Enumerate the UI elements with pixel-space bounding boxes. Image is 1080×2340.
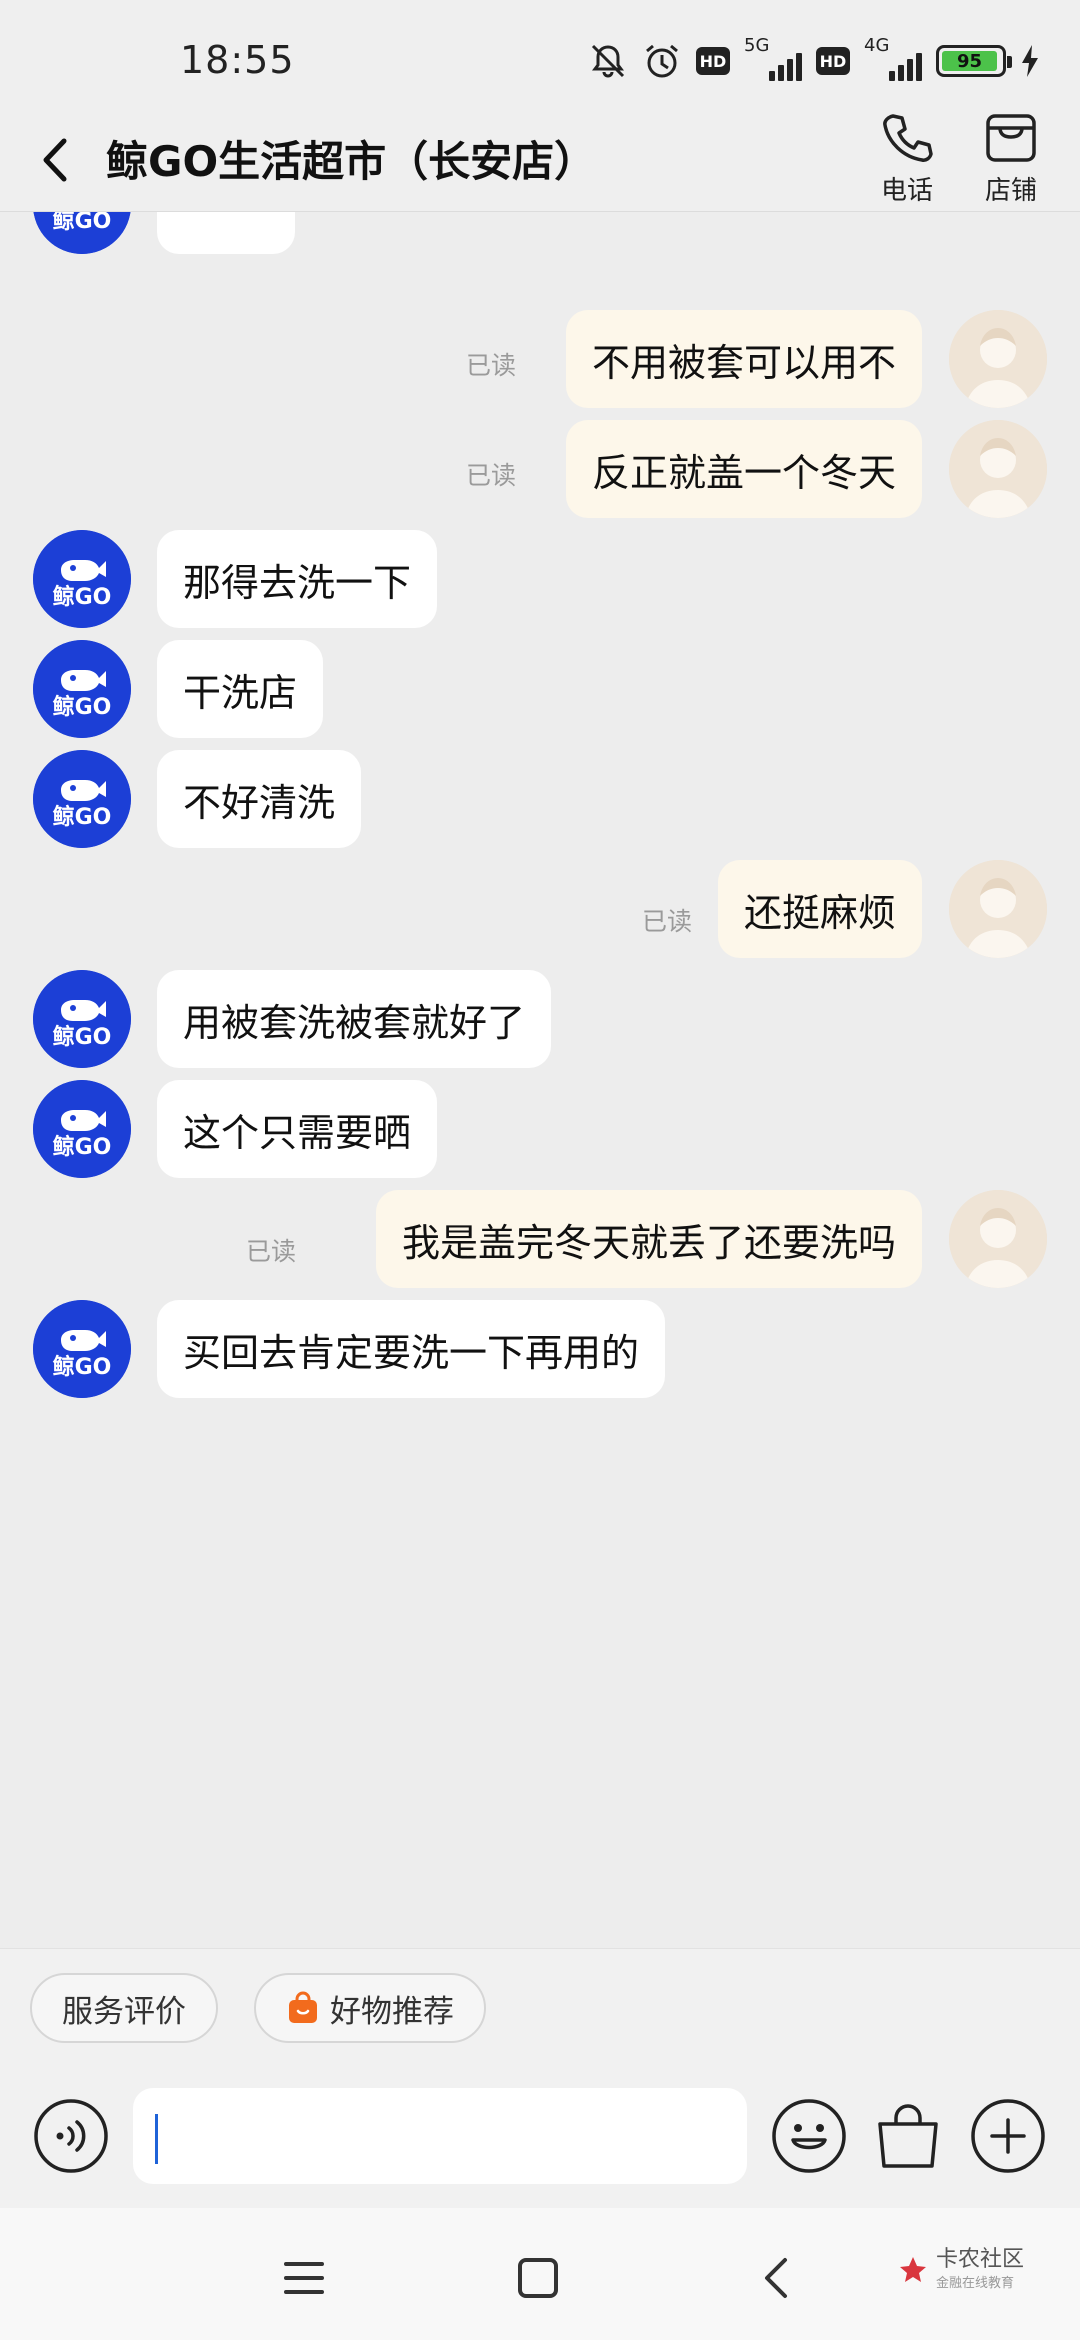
user-avatar <box>949 310 1047 408</box>
message-row: 鲸GO 用被套洗被套就好了 <box>0 970 1080 1068</box>
svg-text:鲸GO: 鲸GO <box>53 1024 112 1050</box>
watermark-icon <box>900 2256 926 2282</box>
text-caret <box>155 2114 158 2164</box>
voice-input-icon[interactable] <box>33 2098 109 2174</box>
mute-bell-icon <box>588 41 628 81</box>
message-bubble[interactable]: 反正就盖一个冬天 <box>565 420 922 518</box>
phone-button[interactable]: 电话 <box>862 110 952 210</box>
watermark-title: 卡农社区 <box>936 2247 1025 2272</box>
message-bubble[interactable]: 这个只需要晒 <box>157 1080 438 1178</box>
store-avatar: 鲸GO <box>33 212 131 254</box>
store-avatar[interactable]: 鲸GO <box>33 1080 131 1178</box>
plus-icon[interactable] <box>970 2098 1046 2174</box>
alarm-icon <box>642 41 682 81</box>
message-bubble[interactable]: 我是盖完冬天就丢了还要洗吗 <box>375 1190 922 1288</box>
home-button[interactable] <box>508 2248 568 2308</box>
user-avatar <box>949 1190 1047 1288</box>
battery-icon: 95 <box>936 45 1012 77</box>
signal-5g-icon: 5G <box>744 35 802 81</box>
chat-messages[interactable]: 鲸GO 已读 不用被套可以用不 已读 反正就盖一个冬天 鲸GO 那得去洗一下 鲸… <box>0 212 1080 1948</box>
status-icons: HD 5G HD 4G 95 <box>588 35 1040 84</box>
message-bubble[interactable]: 不好清洗 <box>157 750 362 848</box>
message-row: 鲸GO 干洗店 <box>0 640 1080 738</box>
store-icon <box>986 114 1036 162</box>
message-input[interactable] <box>133 2088 747 2184</box>
status-time: 18:55 <box>180 38 295 82</box>
user-avatar <box>949 420 1047 518</box>
system-nav-bar: 卡农社区 金融在线教育 <box>0 2208 1080 2340</box>
message-row: 已读 不用被套可以用不 <box>0 310 1080 408</box>
quick-actions: 服务评价 好物推荐 <box>0 1948 1080 2058</box>
svg-text:鲸GO: 鲸GO <box>53 694 112 720</box>
store-avatar[interactable]: 鲸GO <box>33 750 131 848</box>
shopping-bag-icon[interactable] <box>870 2098 946 2174</box>
svg-text:鲸GO: 鲸GO <box>53 584 112 610</box>
menu-button[interactable] <box>274 2248 334 2308</box>
chat-header: 鲸GO生活超市（长安店） 电话 店铺 <box>0 110 1080 212</box>
store-avatar[interactable]: 鲸GO <box>33 970 131 1068</box>
message-row: 已读 反正就盖一个冬天 <box>0 420 1080 518</box>
message-bubble[interactable]: 不用被套可以用不 <box>565 310 922 408</box>
message-bubble[interactable]: 用被套洗被套就好了 <box>157 970 552 1068</box>
message-bubble[interactable]: 买回去肯定要洗一下再用的 <box>157 1300 666 1398</box>
system-back-button[interactable] <box>746 2248 806 2308</box>
message-bubble <box>157 212 295 254</box>
watermark-subtitle: 金融在线教育 <box>936 2276 1015 2292</box>
message-bubble[interactable]: 还挺麻烦 <box>717 860 922 958</box>
message-row: 鲸GO 不好清洗 <box>0 750 1080 848</box>
user-avatar <box>949 860 1047 958</box>
svg-text:鲸GO: 鲸GO <box>53 804 112 830</box>
read-status: 已读 <box>466 351 517 380</box>
input-bar <box>0 2058 1080 2208</box>
home-square-icon <box>518 2258 558 2298</box>
menu-icon <box>284 2262 324 2294</box>
svg-text:鲸GO: 鲸GO <box>53 212 112 234</box>
battery-level: 95 <box>942 51 998 72</box>
network-5g-label: 5G <box>744 35 770 56</box>
store-label: 店铺 <box>984 176 1037 206</box>
status-bar: 18:55 HD 5G HD 4G 95 <box>0 0 1080 110</box>
phone-icon <box>883 114 933 162</box>
hd-badge-2: HD <box>816 47 850 75</box>
message-partial: 鲸GO <box>0 212 1080 254</box>
store-button[interactable]: 店铺 <box>966 110 1056 210</box>
back-triangle-icon <box>765 2258 787 2298</box>
phone-label: 电话 <box>880 176 933 206</box>
message-row: 已读 还挺麻烦 <box>0 860 1080 958</box>
watermark-logo: 卡农社区 金融在线教育 <box>898 2247 1025 2292</box>
network-4g-label: 4G <box>864 35 890 56</box>
recommend-chip[interactable]: 好物推荐 <box>254 1973 486 2043</box>
emoji-icon[interactable] <box>771 2098 847 2174</box>
message-row: 鲸GO 买回去肯定要洗一下再用的 <box>0 1300 1080 1398</box>
charging-icon <box>1020 44 1040 78</box>
svg-text:鲸GO: 鲸GO <box>53 1134 112 1160</box>
recommend-label: 好物推荐 <box>330 1993 454 2030</box>
hd-badge: HD <box>696 47 730 75</box>
message-bubble[interactable]: 干洗店 <box>157 640 324 738</box>
shopping-bag-icon <box>289 1991 317 2023</box>
service-review-label: 服务评价 <box>62 1993 186 2030</box>
store-avatar[interactable]: 鲸GO <box>33 1300 131 1398</box>
read-status: 已读 <box>466 461 517 490</box>
service-review-chip[interactable]: 服务评价 <box>30 1973 218 2043</box>
message-row: 鲸GO 那得去洗一下 <box>0 530 1080 628</box>
svg-text:鲸GO: 鲸GO <box>53 1354 112 1380</box>
back-button[interactable] <box>30 130 80 190</box>
chevron-left-icon <box>43 138 67 182</box>
read-status: 已读 <box>246 1237 297 1266</box>
message-row: 鲸GO 这个只需要晒 <box>0 1080 1080 1178</box>
store-avatar[interactable]: 鲸GO <box>33 640 131 738</box>
message-bubble[interactable]: 那得去洗一下 <box>157 530 438 628</box>
store-avatar[interactable]: 鲸GO <box>33 530 131 628</box>
message-row: 已读 我是盖完冬天就丢了还要洗吗 <box>0 1190 1080 1288</box>
signal-4g-icon: 4G <box>864 35 922 81</box>
page-title: 鲸GO生活超市（长安店） <box>106 137 597 186</box>
read-status: 已读 <box>642 907 693 936</box>
